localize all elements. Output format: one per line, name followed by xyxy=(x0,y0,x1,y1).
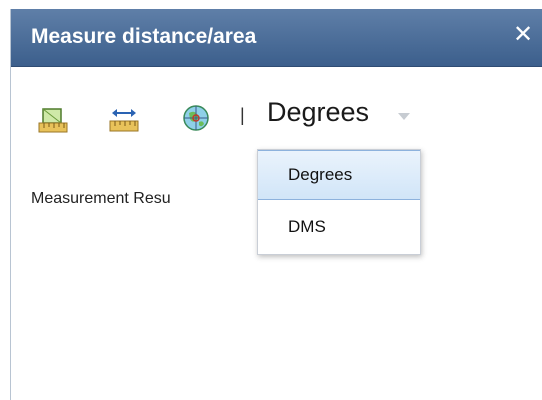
measurement-results-label: Measurement Resu xyxy=(31,190,171,207)
unit-dropdown-menu: Degrees DMS xyxy=(257,149,421,255)
area-ruler-icon[interactable] xyxy=(35,101,71,137)
unit-option-dms[interactable]: DMS xyxy=(258,202,420,252)
panel-title: Measure distance/area xyxy=(31,25,257,48)
location-globe-icon[interactable] xyxy=(178,101,214,137)
unit-option-degrees[interactable]: Degrees xyxy=(258,150,420,200)
chevron-down-icon[interactable] xyxy=(398,113,410,120)
distance-ruler-icon[interactable] xyxy=(106,101,142,137)
measure-panel: Measure distance/area ✕ | Degrees Measur… xyxy=(10,9,542,400)
close-icon[interactable]: ✕ xyxy=(513,21,533,49)
unit-select[interactable]: Degrees xyxy=(267,97,369,128)
title-bar: Measure distance/area ✕ xyxy=(11,9,542,67)
toolbar-separator: | xyxy=(240,105,245,125)
